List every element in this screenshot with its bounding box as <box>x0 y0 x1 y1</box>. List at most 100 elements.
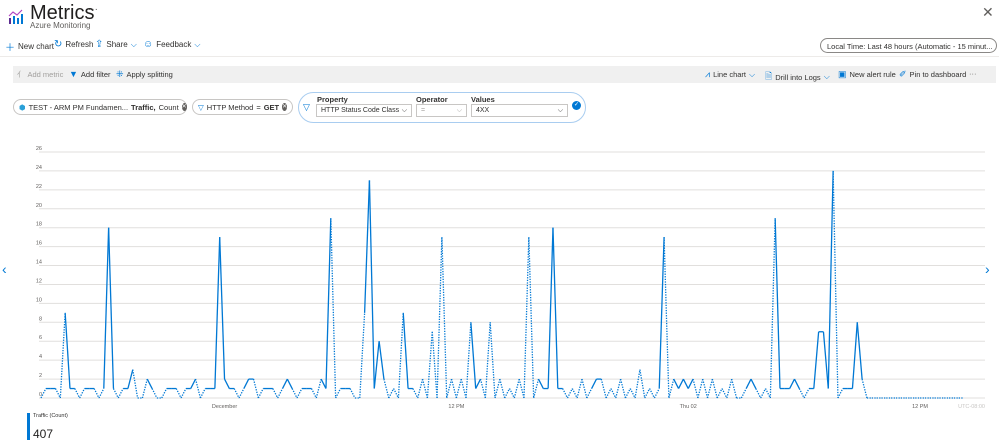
series-segment <box>141 378 148 399</box>
series-segment <box>74 388 81 399</box>
chevron-down-icon: ⌵ <box>557 106 563 114</box>
series-segment <box>687 378 694 389</box>
y-tick-label: 24 <box>36 165 42 171</box>
series-segment <box>450 378 458 399</box>
apply-splitting-button[interactable]: ⁜ Apply splitting <box>116 69 173 80</box>
y-tick-label: 2 <box>39 373 42 379</box>
series-segment <box>528 237 535 399</box>
series-segment <box>402 312 409 389</box>
series-segment <box>562 388 569 399</box>
line-chart-icon: ⩘ <box>705 69 711 79</box>
series-segment <box>750 378 757 389</box>
share-icon: ⇪ <box>95 39 104 50</box>
series-segment <box>721 388 728 399</box>
series-segment <box>223 378 230 389</box>
series-segment <box>702 378 709 399</box>
filter-name: HTTP Method <box>206 102 254 112</box>
add-filter-button[interactable]: ▼ Add filter <box>69 69 111 79</box>
series-segment <box>533 378 540 399</box>
smiley-icon: ☺ <box>143 39 154 50</box>
toolbar-more-button[interactable]: ··· <box>969 69 977 78</box>
series-segment <box>107 227 115 389</box>
refresh-button[interactable]: ↻ Refresh <box>54 39 93 50</box>
pin-icon: ✐ <box>899 69 907 79</box>
series-segment <box>523 237 530 399</box>
close-button[interactable]: ✕ <box>982 4 994 21</box>
drill-into-logs-button[interactable]: 🗎 Drill into Logs ⌵ <box>765 69 830 85</box>
series-segment <box>726 378 733 399</box>
series-segment <box>112 388 119 399</box>
operator-value: = <box>421 107 426 114</box>
apply-filter-check-icon[interactable]: ✓ <box>572 101 581 110</box>
series-segment <box>436 237 443 399</box>
series-segment <box>117 388 124 399</box>
series-segment <box>243 378 250 389</box>
series-segment <box>706 378 713 399</box>
filter-pill[interactable]: ▽ HTTP Method = GET ✕ <box>192 99 293 115</box>
chevron-down-icon: ⌵ <box>130 39 137 49</box>
share-button[interactable]: ⇪ Share ⌵ <box>95 39 137 50</box>
series-segment <box>219 237 226 380</box>
series-segment <box>417 378 424 399</box>
series-segment <box>591 378 598 389</box>
series-segment <box>673 378 680 389</box>
divider <box>0 56 999 57</box>
pin-to-dashboard-button[interactable]: ✐ Pin to dashboard <box>899 69 966 80</box>
remove-metric-icon[interactable]: ✕ <box>181 103 187 111</box>
series-segment <box>397 312 404 399</box>
series-segment <box>64 312 71 389</box>
feedback-label: Feedback <box>156 40 192 49</box>
line-chart: 02468101214161820222426December 12 PM Thu … <box>36 146 985 410</box>
series-segment <box>175 388 182 399</box>
series-segment <box>335 388 342 399</box>
series-segment <box>861 378 868 399</box>
feedback-button[interactable]: ☺ Feedback ⌵ <box>143 39 200 50</box>
remove-filter-icon[interactable]: ✕ <box>282 103 288 111</box>
series-segment <box>504 388 511 399</box>
new-chart-button[interactable]: ＋ New chart <box>5 39 54 54</box>
series-segment <box>581 378 588 399</box>
filter-value: GET <box>263 102 280 112</box>
property-dropdown[interactable]: HTTP Status Code Class ⌵ <box>316 104 412 117</box>
values-dropdown[interactable]: 4XX ⌵ <box>471 104 568 117</box>
series-segment <box>764 388 771 399</box>
series-segment <box>697 378 704 399</box>
filter-icon: ▽ <box>198 102 204 112</box>
series-segment <box>79 388 86 399</box>
refresh-icon: ↻ <box>54 39 63 50</box>
series-segment <box>827 170 834 389</box>
time-range-picker[interactable]: Local Time: Last 48 hours (Automatic - 1… <box>820 38 997 53</box>
metric-pill[interactable]: ⬢ TEST - ARM PM Fundamen... Traffic, Cou… <box>13 99 187 115</box>
line-chart-button[interactable]: ⩘ Line chart ⌵ <box>705 69 755 80</box>
series-segment <box>711 378 718 399</box>
series-segment <box>310 388 317 399</box>
series-segment <box>663 237 670 399</box>
series-segment <box>494 378 501 399</box>
series-segment <box>233 388 240 399</box>
series-segment <box>619 378 627 399</box>
new-alert-rule-button[interactable]: ▣ New alert rule <box>838 69 896 80</box>
new-alert-label: New alert rule <box>849 70 896 79</box>
metrics-logo-icon <box>8 9 24 30</box>
series-segment <box>146 378 153 389</box>
series-segment <box>677 378 684 389</box>
more-options-button[interactable]: ··· <box>88 4 98 15</box>
metric-resource: TEST - ARM PM Fundamen... <box>28 102 129 112</box>
series-segment <box>151 388 158 399</box>
series-segment <box>272 388 279 399</box>
series-segment <box>653 388 660 399</box>
series-segment <box>740 388 747 399</box>
series-segment <box>634 369 641 399</box>
split-icon: ⁜ <box>116 69 124 79</box>
drill-logs-label: Drill into Logs <box>775 72 821 82</box>
series-segment <box>349 388 356 399</box>
y-tick-label: 6 <box>39 335 42 341</box>
series-segment <box>252 378 259 399</box>
add-metric-icon: ⺅ <box>17 70 25 79</box>
add-metric-button[interactable]: ⺅ Add metric <box>17 69 63 80</box>
series-segment <box>359 312 366 399</box>
series-segment <box>769 218 776 399</box>
series-segment <box>639 369 646 399</box>
refresh-label: Refresh <box>65 40 94 49</box>
operator-dropdown[interactable]: = ⌵ <box>416 104 467 117</box>
